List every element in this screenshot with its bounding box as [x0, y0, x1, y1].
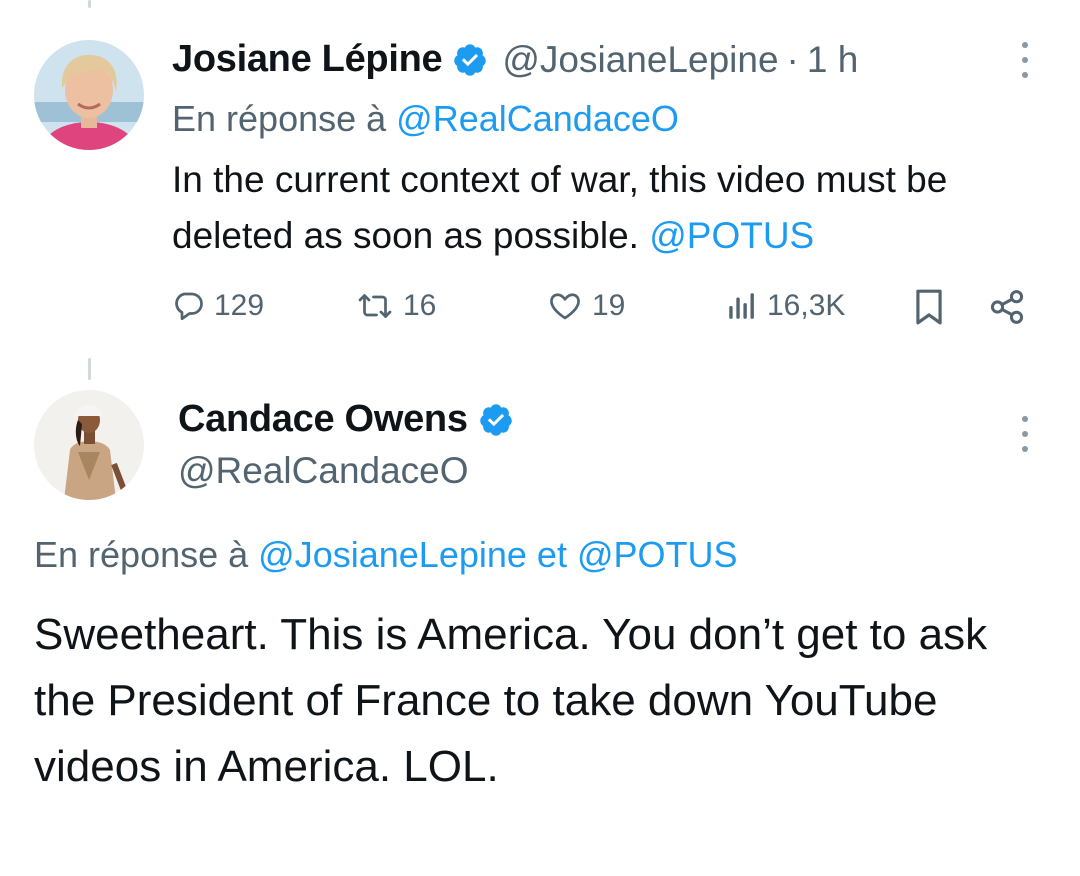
time-separator: · — [786, 38, 799, 80]
thread-line-middle — [88, 358, 91, 380]
avatar-candace[interactable] — [34, 390, 144, 500]
like-action[interactable]: 19 — [546, 288, 625, 324]
main-reply-mention-2[interactable]: @POTUS — [577, 534, 738, 575]
more-options-icon[interactable] — [1013, 414, 1037, 454]
reply-action[interactable]: 129 — [170, 288, 264, 324]
more-options-icon[interactable] — [1013, 40, 1037, 80]
reply-context: En réponse à @RealCandaceO — [172, 98, 679, 140]
views-action[interactable]: 16,3K — [725, 288, 845, 324]
main-tweet-text: Sweetheart. This is America. You don’t g… — [34, 610, 988, 791]
main-author-name[interactable]: Candace Owens — [178, 398, 468, 441]
main-reply-context: En réponse à @JosianeLepine et @POTUS — [34, 534, 738, 576]
bookmark-icon — [913, 288, 945, 326]
retweet-count: 16 — [403, 289, 437, 322]
thread-line-top — [88, 0, 91, 8]
reply-timestamp[interactable]: 1 h — [807, 39, 858, 81]
main-author-row: Candace Owens — [178, 398, 514, 441]
avatar-josiane[interactable] — [34, 40, 144, 150]
like-count: 19 — [592, 289, 626, 322]
retweet-action[interactable]: 16 — [355, 288, 436, 324]
like-icon — [546, 288, 584, 324]
reply-icon — [170, 288, 206, 324]
reply-author-name[interactable]: Josiane Lépine — [172, 38, 443, 81]
main-reply-joiner: et — [536, 534, 567, 575]
retweet-icon — [355, 288, 395, 324]
main-author-handle[interactable]: @RealCandaceO — [178, 450, 469, 492]
reply-author-row: Josiane Lépine @JosianeLepine · 1 h — [172, 38, 858, 81]
share-icon — [988, 288, 1026, 326]
bookmark-action[interactable] — [913, 288, 945, 326]
reply-tweet-text: In the current context of war, this vide… — [172, 152, 1032, 264]
reply-author-handle[interactable]: @JosianeLepine — [502, 39, 778, 81]
reply-tweet-mention[interactable]: @POTUS — [649, 215, 814, 256]
main-reply-prefix: En réponse à — [34, 534, 249, 575]
tweet-thread: Josiane Lépine @JosianeLepine · 1 h En r… — [0, 0, 1080, 876]
reply-tweet-body: In the current context of war, this vide… — [172, 159, 948, 256]
views-icon — [725, 288, 759, 324]
reply-count: 129 — [214, 289, 265, 322]
views-count: 16,3K — [767, 289, 846, 322]
reply-prefix: En réponse à — [172, 98, 387, 139]
main-reply-mention-1[interactable]: @JosianeLepine — [258, 534, 527, 575]
share-action[interactable] — [988, 288, 1026, 326]
verified-badge-icon — [478, 402, 514, 438]
verified-badge-icon — [452, 42, 488, 78]
reply-to-mention[interactable]: @RealCandaceO — [396, 98, 679, 139]
